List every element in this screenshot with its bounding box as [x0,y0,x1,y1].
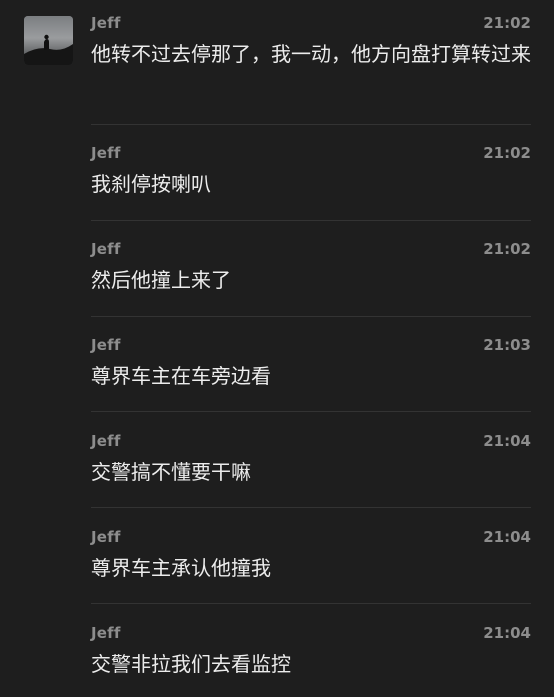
message-item[interactable]: Jeff 21:02 他转不过去停那了，我一动，他方向盘打算转过来 [91,14,531,114]
sender-name: Jeff [91,144,121,162]
message-text: 尊界车主在车旁边看 [91,364,271,388]
message-time: 21:02 [483,240,531,258]
sender-name: Jeff [91,624,121,642]
message-divider [91,507,531,508]
sender-avatar[interactable] [24,16,73,65]
message-item[interactable]: Jeff 21:04 交警搞不懂要干嘛 [91,432,531,492]
message-time: 21:02 [483,144,531,162]
message-time: 21:04 [483,528,531,546]
message-divider [91,603,531,604]
sender-name: Jeff [91,336,121,354]
message-divider [91,220,531,221]
message-item[interactable]: Jeff 21:04 交警非拉我们去看监控 [91,624,531,684]
message-item[interactable]: Jeff 21:02 然后他撞上来了 [91,240,531,300]
message-text: 我刹停按喇叭 [91,172,211,196]
sender-name: Jeff [91,240,121,258]
message-item[interactable]: Jeff 21:03 尊界车主在车旁边看 [91,336,531,396]
sender-name: Jeff [91,432,121,450]
message-text: 交警搞不懂要干嘛 [91,460,251,484]
message-divider [91,124,531,125]
message-divider [91,316,531,317]
message-item[interactable]: Jeff 21:02 我刹停按喇叭 [91,144,531,204]
message-time: 21:04 [483,624,531,642]
message-time: 21:03 [483,336,531,354]
message-time: 21:04 [483,432,531,450]
message-text: 他转不过去停那了，我一动，他方向盘打算转过来 [91,42,531,66]
message-time: 21:02 [483,14,531,32]
chat-feed: Jeff 21:02 他转不过去停那了，我一动，他方向盘打算转过来 Jeff 2… [0,0,554,697]
sender-name: Jeff [91,14,121,32]
message-text: 尊界车主承认他撞我 [91,556,271,580]
message-item[interactable]: Jeff 21:04 尊界车主承认他撞我 [91,528,531,588]
message-divider [91,411,531,412]
message-text: 然后他撞上来了 [91,268,231,292]
message-text: 交警非拉我们去看监控 [91,652,291,676]
sender-name: Jeff [91,528,121,546]
